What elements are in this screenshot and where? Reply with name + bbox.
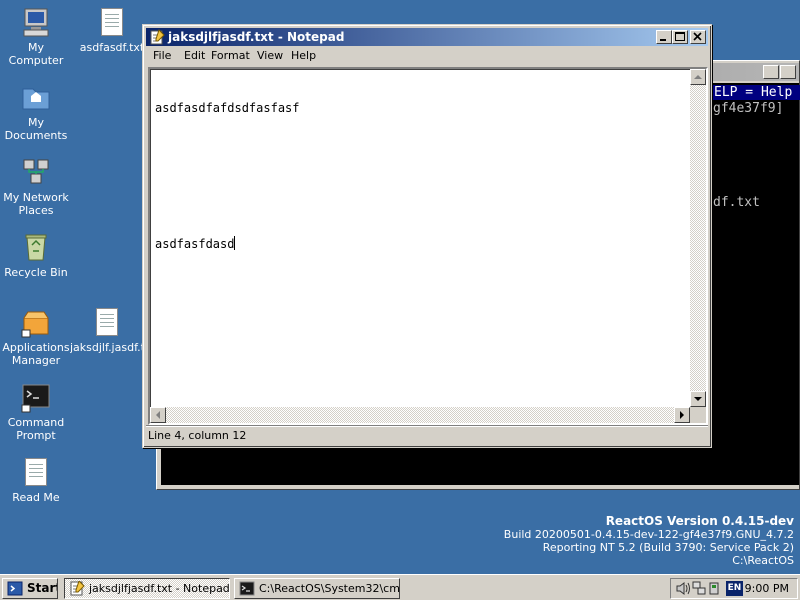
editor-line: ​ — [155, 191, 300, 206]
close-button[interactable] — [690, 30, 706, 44]
editor-line: asdfasdfafdsdfasfasf — [155, 101, 300, 115]
applications-manager-icon — [20, 306, 52, 338]
taskbar-button-notepad[interactable]: jaksdjlfjasdf.txt - Notepad — [64, 578, 230, 599]
scrollbar-corner — [690, 407, 706, 423]
desktop-icon-asdfasdf-txt[interactable]: asdfasdf.txt — [76, 6, 148, 54]
desktop-icon-label: My Documents — [4, 116, 68, 142]
text-document-icon — [91, 306, 123, 338]
horizontal-scrollbar[interactable] — [150, 407, 690, 423]
desktop-icon-command-prompt[interactable]: Command Prompt — [0, 381, 72, 442]
network-status-icon[interactable] — [691, 581, 707, 599]
desktop-icon-jaksdjlf-txt[interactable]: jaksdjlf.jasdf.txt — [70, 306, 144, 354]
desktop-icon-label: jaksdjlf.jasdf.txt — [70, 341, 144, 354]
editor-line: ​ — [155, 146, 300, 161]
menu-view[interactable]: View — [252, 47, 288, 65]
desktop-icon-label: Applications Manager — [2, 341, 70, 367]
maximize-button[interactable] — [672, 30, 688, 44]
console-line: ELP = Help — [708, 85, 800, 100]
window-title: jaksdjlfjasdf.txt - Notepad — [168, 30, 345, 44]
vertical-scrollbar[interactable] — [690, 69, 706, 407]
desktop-icon-label: asdfasdf.txt — [79, 41, 145, 54]
desktop-icon-my-computer[interactable]: My Computer — [0, 6, 72, 67]
desktop-icon-label: My Computer — [8, 41, 64, 67]
status-bar: Line 4, column 12 — [146, 425, 708, 444]
desktop-icon-label: My Network Places — [3, 191, 69, 217]
scroll-down-button[interactable] — [690, 391, 706, 407]
text-caret — [234, 236, 236, 250]
text-document-icon — [20, 456, 52, 488]
network-icon — [20, 156, 52, 188]
scroll-left-button[interactable] — [150, 407, 166, 423]
desktop-icon-label: Command Prompt — [7, 416, 65, 442]
menu-bar: File Edit Format View Help — [146, 47, 708, 65]
notepad-icon — [69, 580, 85, 596]
command-prompt-icon — [239, 581, 255, 596]
system-tray: EN 9:00 PM — [670, 578, 798, 599]
console-line: df.txt — [713, 195, 760, 210]
version-text: ReactOS Version 0.4.15-dev — [605, 514, 794, 528]
console-line: gf4e37f9] — [713, 101, 784, 116]
language-indicator[interactable]: EN — [726, 581, 743, 596]
scroll-right-button[interactable] — [674, 407, 690, 423]
safely-remove-hardware-icon[interactable] — [707, 581, 723, 599]
computer-icon — [20, 6, 52, 38]
build-text: Build 20200501-0.4.15-dev-122-gf4e37f9.G… — [503, 528, 794, 541]
menu-format[interactable]: Format — [206, 47, 255, 65]
taskbar: Start jaksdjlfjasdf.txt - Notepad C:\Rea… — [0, 574, 800, 600]
start-label: Start — [27, 581, 58, 595]
recycle-bin-icon — [20, 231, 52, 263]
notepad-titlebar[interactable]: jaksdjlfjasdf.txt - Notepad — [146, 28, 708, 46]
desktop-icon-label: Recycle Bin — [4, 266, 68, 279]
scroll-up-button[interactable] — [690, 69, 706, 85]
start-logo-icon — [7, 581, 23, 596]
text-document-icon — [96, 6, 128, 38]
taskbar-button-label: C:\ReactOS\System32\cmd... — [259, 582, 400, 595]
command-prompt-icon — [20, 381, 52, 413]
console-minimize-button[interactable] — [763, 65, 779, 79]
desktop-icon-label: Read Me — [12, 491, 60, 504]
text-editor[interactable]: asdfasdfafdsdfasfasf ​ ​ asdfasfdasd — [148, 67, 708, 425]
notepad-window[interactable]: jaksdjlfjasdf.txt - Notepad File Edit Fo… — [142, 24, 712, 448]
desktop-icon-recycle-bin[interactable]: Recycle Bin — [0, 231, 72, 279]
taskbar-button-cmd[interactable]: C:\ReactOS\System32\cmd... — [234, 578, 400, 599]
notepad-icon — [149, 29, 165, 45]
editor-content: asdfasdfafdsdfasfasf ​ ​ asdfasfdasd — [155, 71, 300, 282]
taskbar-button-label: jaksdjlfjasdf.txt - Notepad — [89, 582, 230, 595]
desktop-icon-applications-manager[interactable]: Applications Manager — [0, 306, 72, 367]
editor-line-current: asdfasfdasd — [155, 236, 300, 252]
version-watermark: ReactOS Version 0.4.15-dev Build 2020050… — [503, 514, 794, 568]
desktop-icon-my-documents[interactable]: My Documents — [0, 81, 72, 142]
reporting-text: Reporting NT 5.2 (Build 3790: Service Pa… — [542, 541, 794, 554]
clock[interactable]: 9:00 PM — [745, 582, 789, 595]
cursor-position: Line 4, column 12 — [148, 429, 247, 442]
editor-line: asdfasfdasd — [155, 237, 235, 251]
system-path-text: C:\ReactOS — [732, 554, 794, 567]
start-button[interactable]: Start — [2, 578, 58, 599]
volume-icon[interactable] — [675, 581, 691, 599]
menu-help[interactable]: Help — [286, 47, 321, 65]
menu-file[interactable]: File — [148, 47, 176, 65]
documents-folder-icon — [20, 81, 52, 113]
desktop-icon-read-me[interactable]: Read Me — [0, 456, 72, 504]
desktop-icon-network-places[interactable]: My Network Places — [0, 156, 72, 217]
console-maximize-button[interactable] — [780, 65, 796, 79]
minimize-button[interactable] — [656, 30, 672, 44]
